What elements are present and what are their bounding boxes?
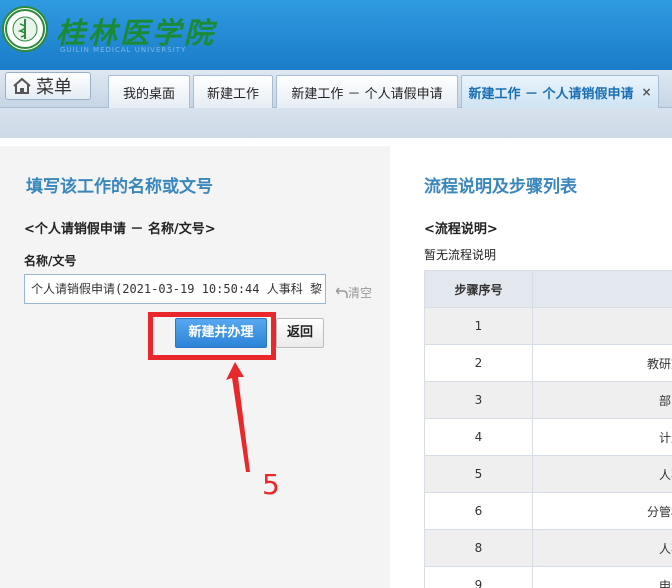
flow-section-title: 流程说明及步骤列表 xyxy=(424,177,577,197)
table-row: 3部门 xyxy=(424,381,672,419)
table-row: 1申 xyxy=(424,307,672,345)
flow-description: 暂无流程说明 xyxy=(424,248,497,262)
step-no: 8 xyxy=(424,529,533,567)
table-row: 6分管校 xyxy=(424,492,672,530)
table-header-row: 步骤序号 xyxy=(424,270,672,308)
table-row: 8人事 xyxy=(424,529,672,567)
table-row: 9申请 xyxy=(424,566,672,588)
step-name: 部门 xyxy=(532,381,672,419)
annotation-step-number: 5 xyxy=(262,468,280,501)
step-name: 计生 xyxy=(532,418,672,456)
table-row: 5人事 xyxy=(424,455,672,493)
step-no: 4 xyxy=(424,418,533,456)
step-no: 9 xyxy=(424,566,533,588)
step-no: 6 xyxy=(424,492,533,530)
step-name: 教研室 xyxy=(532,344,672,382)
step-no: 5 xyxy=(424,455,533,493)
table-row: 2教研室 xyxy=(424,344,672,382)
step-name: 申请 xyxy=(532,566,672,588)
step-no: 1 xyxy=(424,307,533,345)
flow-label: <流程说明> xyxy=(424,222,498,237)
col-step-name xyxy=(532,270,672,308)
col-step-no: 步骤序号 xyxy=(424,270,533,308)
step-name: 分管校 xyxy=(532,492,672,530)
step-name: 申 xyxy=(532,307,672,345)
step-no: 3 xyxy=(424,381,533,419)
step-name: 人事 xyxy=(532,529,672,567)
table-row: 4计生 xyxy=(424,418,672,456)
step-name: 人事 xyxy=(532,455,672,493)
step-no: 2 xyxy=(424,344,533,382)
steps-table: 步骤序号 1申 2教研室 3部门 4计生 5人事 6分管校 8人事 9申请 xyxy=(424,270,672,588)
